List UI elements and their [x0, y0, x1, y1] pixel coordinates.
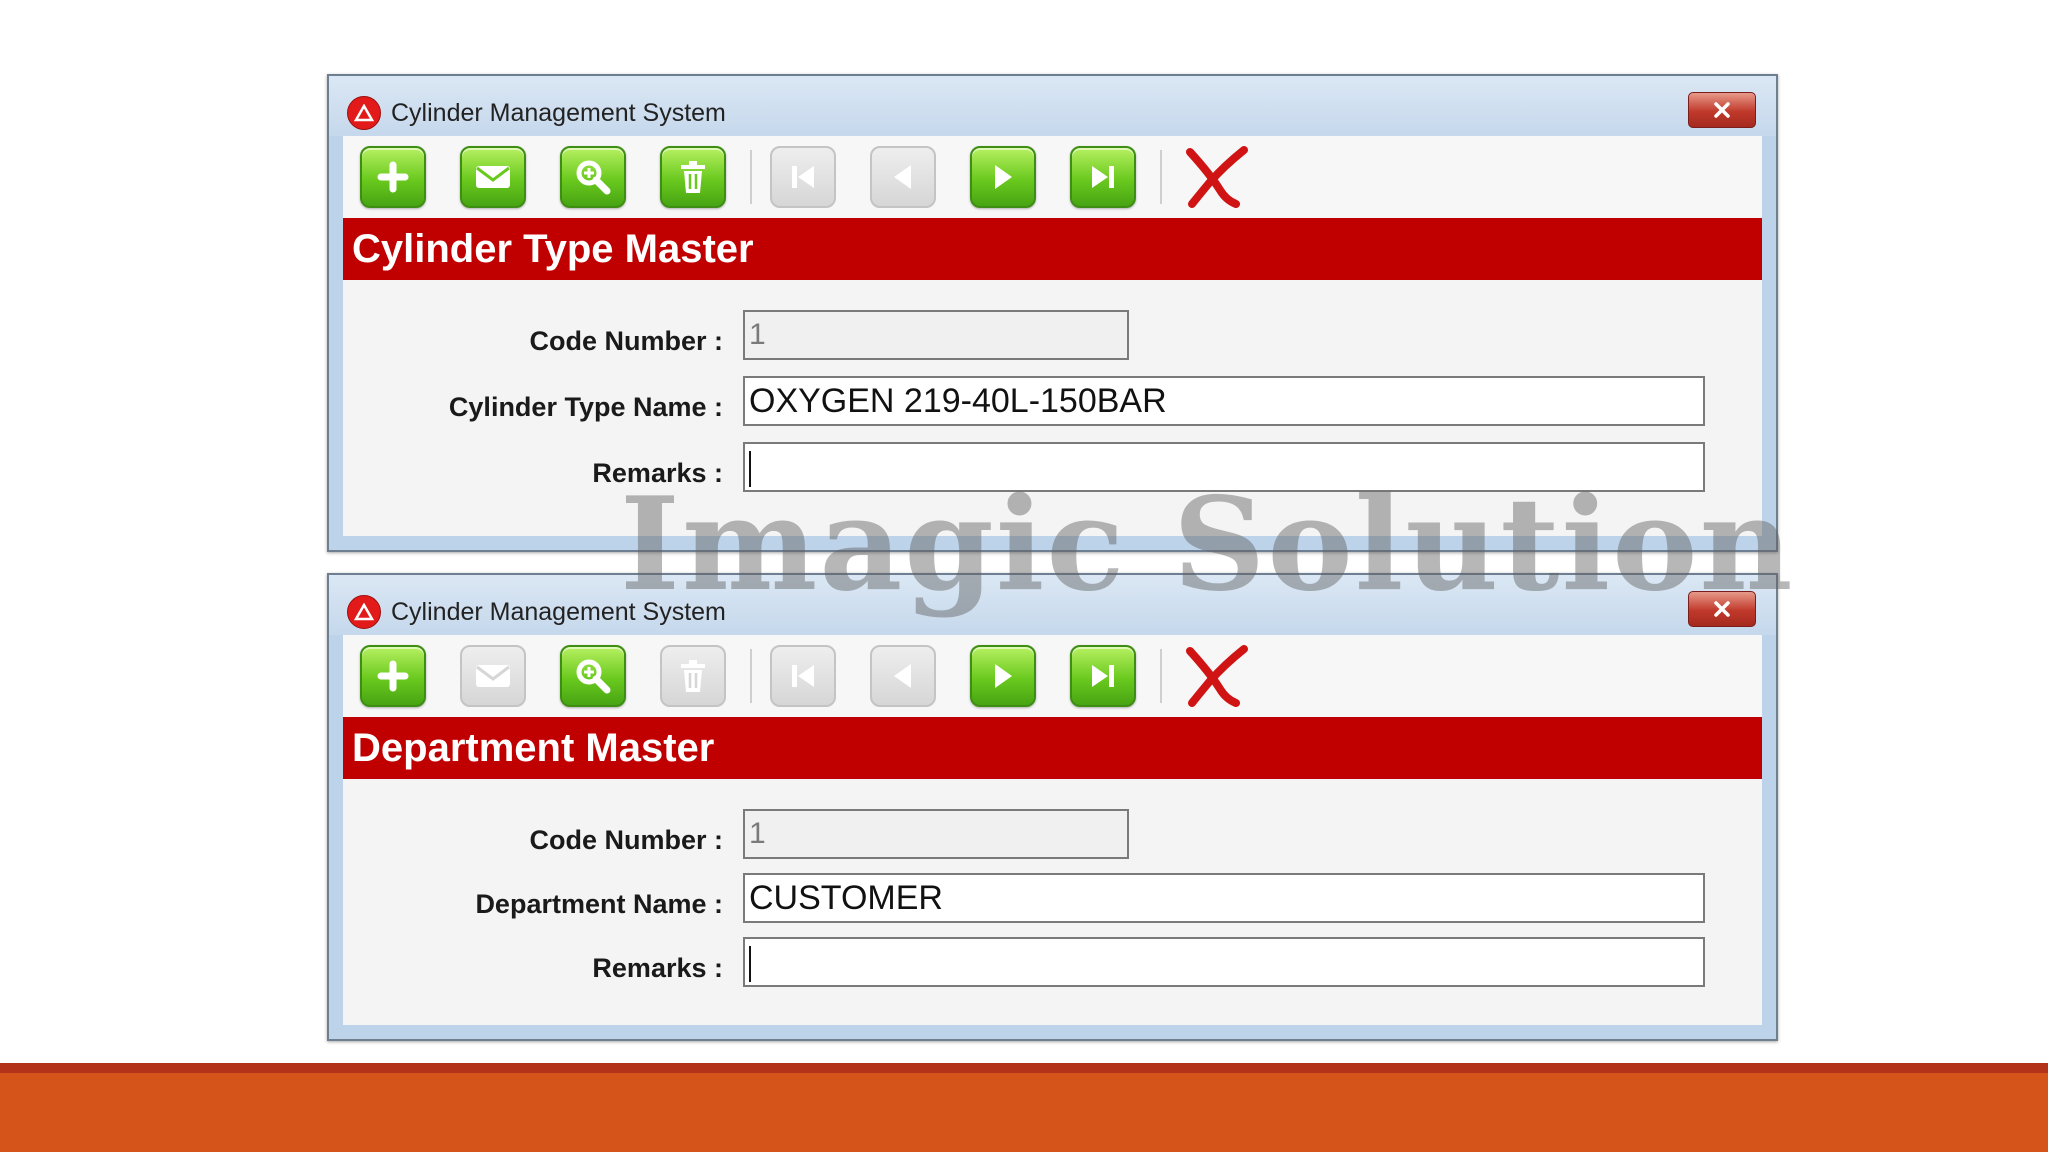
code-number-label: Code Number :: [529, 825, 723, 855]
cylinder-type-name-field[interactable]: OXYGEN 219-40L-150BAR: [743, 376, 1705, 426]
plus-icon: [377, 161, 409, 193]
toolbar-separator: [750, 150, 752, 204]
trash-icon: [681, 660, 705, 692]
window-close-button[interactable]: [1688, 591, 1756, 627]
cancel-button[interactable]: [1176, 641, 1256, 709]
envelope-icon: [476, 166, 510, 188]
window-close-button[interactable]: [1688, 92, 1756, 128]
last-record-button[interactable]: [1070, 146, 1136, 208]
last-record-icon: [1092, 166, 1114, 188]
next-record-icon: [995, 664, 1012, 688]
red-x-icon: [1186, 146, 1248, 208]
form-body: Code Number : 1 Department Name : CUSTOM…: [343, 779, 1762, 1025]
window-title: Cylinder Management System: [391, 598, 726, 626]
next-record-button[interactable]: [970, 645, 1036, 707]
trash-icon: [681, 161, 705, 193]
remarks-label: Remarks :: [592, 458, 723, 488]
cylinder-type-name-value: OXYGEN 219-40L-150BAR: [749, 382, 1167, 420]
toolbar-separator: [750, 649, 752, 703]
form-header-banner: Department Master: [343, 717, 1762, 779]
app-logo-icon: [347, 595, 381, 629]
plus-icon: [377, 660, 409, 692]
envelope-icon: [476, 665, 510, 687]
edit-button[interactable]: [460, 146, 526, 208]
add-button[interactable]: [360, 146, 426, 208]
cancel-button[interactable]: [1176, 142, 1256, 210]
footer-bar: [0, 1073, 2048, 1152]
text-caret: [749, 451, 751, 488]
magnifier-icon: [576, 160, 611, 195]
window-client-area: Cylinder Type Master Code Number : 1 Cyl…: [343, 136, 1762, 536]
last-record-button[interactable]: [1070, 645, 1136, 707]
search-button[interactable]: [560, 146, 626, 208]
department-name-field[interactable]: CUSTOMER: [743, 873, 1705, 923]
close-icon: [1714, 102, 1730, 118]
delete-button[interactable]: [660, 645, 726, 707]
text-caret: [749, 946, 751, 983]
first-record-button[interactable]: [770, 645, 836, 707]
red-x-icon: [1186, 645, 1248, 707]
previous-record-icon: [894, 165, 911, 189]
window-titlebar[interactable]: Cylinder Management System: [329, 575, 1776, 635]
add-button[interactable]: [360, 645, 426, 707]
form-body: Code Number : 1 Cylinder Type Name : OXY…: [343, 280, 1762, 536]
delete-button[interactable]: [660, 146, 726, 208]
department-name-value: CUSTOMER: [749, 879, 943, 917]
first-record-button[interactable]: [770, 146, 836, 208]
form-title: Department Master: [352, 726, 715, 770]
first-record-icon: [792, 665, 814, 687]
remarks-field[interactable]: [743, 937, 1705, 987]
close-icon: [1714, 601, 1730, 617]
window-client-area: Department Master Code Number : 1 Depart…: [343, 635, 1762, 1025]
remarks-field[interactable]: [743, 442, 1705, 492]
code-number-field[interactable]: 1: [743, 310, 1129, 360]
search-button[interactable]: [560, 645, 626, 707]
footer-divider: [0, 1063, 2048, 1073]
toolbar: [343, 136, 1762, 218]
window-title: Cylinder Management System: [391, 99, 726, 127]
previous-record-button[interactable]: [870, 645, 936, 707]
app-logo-icon: [347, 96, 381, 130]
last-record-icon: [1092, 665, 1114, 687]
code-number-field[interactable]: 1: [743, 809, 1129, 859]
cylinder-type-master-window: Cylinder Management System Cylinder Type…: [327, 74, 1778, 552]
window-titlebar[interactable]: Cylinder Management System: [329, 76, 1776, 136]
form-header-banner: Cylinder Type Master: [343, 218, 1762, 280]
code-number-label: Code Number :: [529, 326, 723, 356]
toolbar: [343, 635, 1762, 717]
department-name-label: Department Name :: [475, 889, 723, 919]
previous-record-icon: [894, 664, 911, 688]
remarks-label: Remarks :: [592, 953, 723, 983]
department-master-window: Cylinder Management System Department Ma…: [327, 573, 1778, 1041]
cylinder-type-name-label: Cylinder Type Name :: [448, 392, 723, 422]
edit-button[interactable]: [460, 645, 526, 707]
form-title: Cylinder Type Master: [352, 227, 754, 271]
toolbar-separator: [1160, 649, 1162, 703]
next-record-button[interactable]: [970, 146, 1036, 208]
next-record-icon: [995, 165, 1012, 189]
toolbar-separator: [1160, 150, 1162, 204]
first-record-icon: [792, 166, 814, 188]
magnifier-icon: [576, 659, 611, 694]
previous-record-button[interactable]: [870, 146, 936, 208]
